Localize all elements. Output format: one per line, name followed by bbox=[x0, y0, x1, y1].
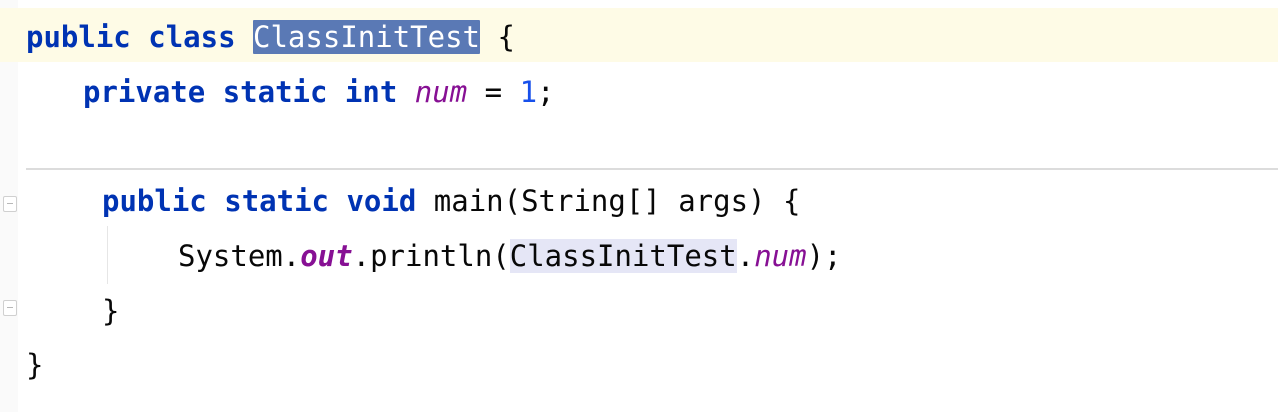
static-field-name[interactable]: num bbox=[415, 75, 467, 109]
keyword-static: static bbox=[222, 75, 328, 109]
statement-end: ); bbox=[806, 239, 842, 273]
keyword-public: public bbox=[102, 184, 207, 218]
open-brace: { bbox=[782, 184, 801, 218]
keyword-public: public bbox=[26, 20, 131, 54]
keyword-class: class bbox=[148, 20, 236, 54]
class-usage-highlight[interactable]: ClassInitTest bbox=[509, 239, 737, 273]
method-signature[interactable]: main(String[] args) bbox=[434, 184, 766, 218]
indent-guide bbox=[107, 226, 108, 284]
method-separator bbox=[26, 168, 1278, 170]
system-ref[interactable]: System. bbox=[178, 239, 300, 273]
out-field[interactable]: out bbox=[300, 239, 352, 273]
member-dot: . bbox=[736, 239, 755, 273]
keyword-int: int bbox=[344, 75, 398, 109]
assign-operator: = bbox=[484, 75, 503, 109]
selected-class-name[interactable]: ClassInitTest bbox=[253, 20, 480, 54]
code-editor[interactable]: public class ClassInitTest { private sta… bbox=[0, 0, 1278, 412]
keyword-private: private bbox=[83, 75, 206, 109]
fold-open-icon[interactable] bbox=[3, 196, 17, 212]
close-brace: } bbox=[102, 294, 120, 328]
code-line-field-declaration[interactable]: private static int num = 1; bbox=[83, 72, 555, 112]
keyword-void: void bbox=[346, 184, 417, 218]
open-brace: { bbox=[497, 20, 515, 54]
code-line-class-close[interactable]: } bbox=[26, 345, 43, 385]
code-line-main-method[interactable]: public static void main(String[] args) { bbox=[102, 181, 800, 221]
keyword-static: static bbox=[224, 184, 329, 218]
code-line-class-declaration[interactable]: public class ClassInitTest { bbox=[26, 17, 515, 57]
fold-close-icon[interactable] bbox=[3, 300, 17, 316]
static-field-ref[interactable]: num bbox=[754, 239, 806, 273]
println-call[interactable]: .println( bbox=[353, 239, 510, 273]
semicolon: ; bbox=[537, 75, 555, 109]
close-brace: } bbox=[26, 348, 44, 382]
code-line-println[interactable]: System.out.println(ClassInitTest.num); bbox=[178, 236, 842, 276]
number-literal: 1 bbox=[519, 75, 538, 109]
code-line-method-close[interactable]: } bbox=[102, 291, 119, 331]
